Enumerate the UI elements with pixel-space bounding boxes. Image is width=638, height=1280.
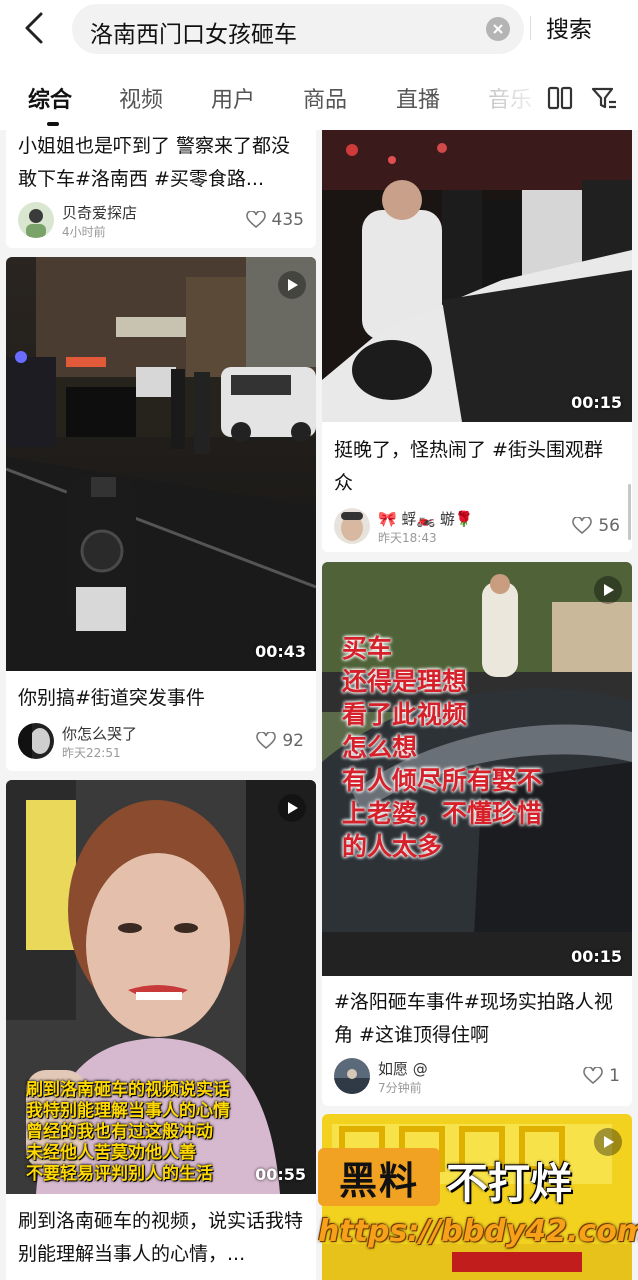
play-icon (278, 271, 306, 299)
heart-icon (245, 211, 266, 229)
active-tab-indicator (47, 122, 59, 126)
watermark-text: 不打烊 (446, 1159, 573, 1208)
caption-line: 有人倾尽所有娶不 (342, 766, 543, 795)
like-count: 1 (609, 1066, 620, 1086)
avatar (18, 723, 54, 759)
caption-line: 的人太多 (342, 832, 443, 861)
divider (530, 16, 531, 40)
video-duration: 00:15 (571, 393, 622, 412)
search-input[interactable]: 洛南西门口女孩砸车 (72, 4, 524, 54)
post-time: 4小时前 (62, 225, 106, 239)
like-count: 92 (282, 731, 304, 751)
author-name: 如愿 @ (378, 1060, 428, 1078)
video-duration: 00:15 (571, 947, 622, 966)
like-button[interactable]: 56 (572, 516, 620, 536)
search-query: 洛南西门口女孩砸车 (90, 22, 297, 48)
play-icon (278, 794, 306, 822)
feed-card[interactable]: 00:15 挺晚了，怪热闹了 #街头围观群众 🎀 蜉🏍️ 蝣🌹 昨天18:43 … (322, 130, 632, 552)
like-button[interactable]: 435 (245, 210, 304, 230)
top-bar: 洛南西门口女孩砸车 搜索 综合 视频 用户 商品 直播 音乐 (0, 0, 638, 130)
video-thumbnail[interactable]: 00:15 (322, 130, 632, 422)
caption-line: 怎么想 (342, 733, 418, 762)
post-time: 昨天22:51 (62, 746, 121, 760)
card-author[interactable]: 🎀 蜉🏍️ 蝣🌹 昨天18:43 56 (334, 508, 620, 548)
search-button[interactable]: 搜索 (546, 10, 592, 44)
avatar (334, 1058, 370, 1094)
avatar (334, 508, 370, 544)
crowd-night-image (322, 130, 632, 422)
filter-icon (591, 87, 616, 109)
video-thumbnail[interactable]: 刷到洛南砸车的视频说实话 我特别能理解当事人的心情 曾经的我也有过这般冲动 未经… (6, 780, 316, 1194)
tab-video[interactable]: 视频 (119, 82, 163, 114)
author-name: 你怎么哭了 (62, 725, 138, 743)
tab-fade (478, 74, 544, 124)
caption-line: 刷到洛南砸车的视频说实话 (26, 1080, 230, 1100)
video-duration: 00:43 (255, 642, 306, 661)
post-time: 昨天18:43 (378, 531, 437, 545)
caption-line: 上老婆，不懂珍惜 (342, 799, 543, 828)
author-name: 🎀 蜉🏍️ 蝣🌹 (378, 510, 474, 528)
tab-live[interactable]: 直播 (396, 82, 440, 114)
like-count: 56 (598, 516, 620, 536)
caption-line: 我特别能理解当事人的心情 (26, 1101, 230, 1121)
card-author[interactable]: 贝奇爱探店 4小时前 435 (18, 202, 304, 242)
like-count: 435 (271, 210, 304, 230)
caption-line: 未经他人苦莫劝他人善 (26, 1143, 196, 1163)
card-title: 刷到洛南砸车的视频，说实话我特别能理解当事人的心情，... (18, 1210, 304, 1265)
heart-icon (256, 732, 277, 750)
street-night-image (6, 257, 316, 671)
watermark: 黑料 不打烊 https://bbdy42.com (318, 1146, 638, 1280)
watermark-url: https://bbdy42.com (318, 1214, 638, 1249)
caption-line: 买车 (342, 634, 393, 663)
chevron-left-icon (25, 12, 43, 44)
heart-icon (572, 517, 593, 535)
avatar (18, 202, 54, 238)
back-button[interactable] (14, 8, 54, 48)
card-author[interactable]: 你怎么哭了 昨天22:51 92 (18, 723, 304, 763)
post-time: 7分钟前 (378, 1081, 422, 1095)
tab-comprehensive[interactable]: 综合 (28, 82, 72, 114)
heart-icon (583, 1067, 603, 1085)
like-button[interactable]: 1 (583, 1066, 620, 1086)
tab-products[interactable]: 商品 (303, 82, 347, 114)
author-name: 贝奇爱探店 (62, 204, 138, 222)
video-caption-overlay: 买车 还得是理想 看了此视频 怎么想 有人倾尽所有娶不 上老婆，不懂珍惜 的人太… (342, 632, 542, 863)
caption-line: 还得是理想 (342, 667, 468, 696)
card-title: #洛阳砸车事件#现场实拍路人视角 #这谁顶得住啊 (334, 991, 613, 1046)
watermark-badge: 黑料 (318, 1148, 440, 1206)
caption-line: 看了此视频 (342, 700, 468, 729)
tab-users[interactable]: 用户 (211, 82, 255, 114)
card-title: 挺晚了，怪热闹了 #街头围观群众 (334, 439, 603, 494)
tab-bar: 综合 视频 用户 商品 直播 音乐 (0, 74, 638, 126)
video-thumbnail[interactable]: 买车 还得是理想 看了此视频 怎么想 有人倾尽所有娶不 上老婆，不懂珍惜 的人太… (322, 562, 632, 976)
like-button[interactable]: 92 (256, 731, 304, 751)
filter-button[interactable] (590, 84, 618, 112)
clear-search-button[interactable] (486, 17, 510, 41)
close-icon (493, 24, 503, 34)
caption-line: 曾经的我也有过这般冲动 (26, 1122, 213, 1142)
double-column-icon (547, 86, 573, 110)
feed-card[interactable]: 刷到洛南砸车的视频说实话 我特别能理解当事人的心情 曾经的我也有过这般冲动 未经… (6, 780, 316, 1280)
video-duration: 00:55 (255, 1165, 306, 1184)
card-title: 小姐姐也是吓到了 警察来了都没敢下车#洛南西 #买零食路... (18, 135, 291, 190)
video-thumbnail[interactable]: 00:43 (6, 257, 316, 671)
card-title: 你别搞#街道突发事件 (18, 687, 205, 709)
scrollbar[interactable] (628, 484, 631, 540)
feed-card[interactable]: 00:43 你别搞#街道突发事件 你怎么哭了 昨天22:51 92 (6, 257, 316, 771)
feed-card[interactable]: 小姐姐也是吓到了 警察来了都没敢下车#洛南西 #买零食路... 贝奇爱探店 4小… (6, 130, 316, 248)
feed-card[interactable]: 买车 还得是理想 看了此视频 怎么想 有人倾尽所有娶不 上老婆，不懂珍惜 的人太… (322, 562, 632, 1106)
play-icon (594, 576, 622, 604)
layout-toggle-button[interactable] (546, 84, 574, 112)
card-author[interactable]: 如愿 @ 7分钟前 1 (334, 1058, 620, 1098)
